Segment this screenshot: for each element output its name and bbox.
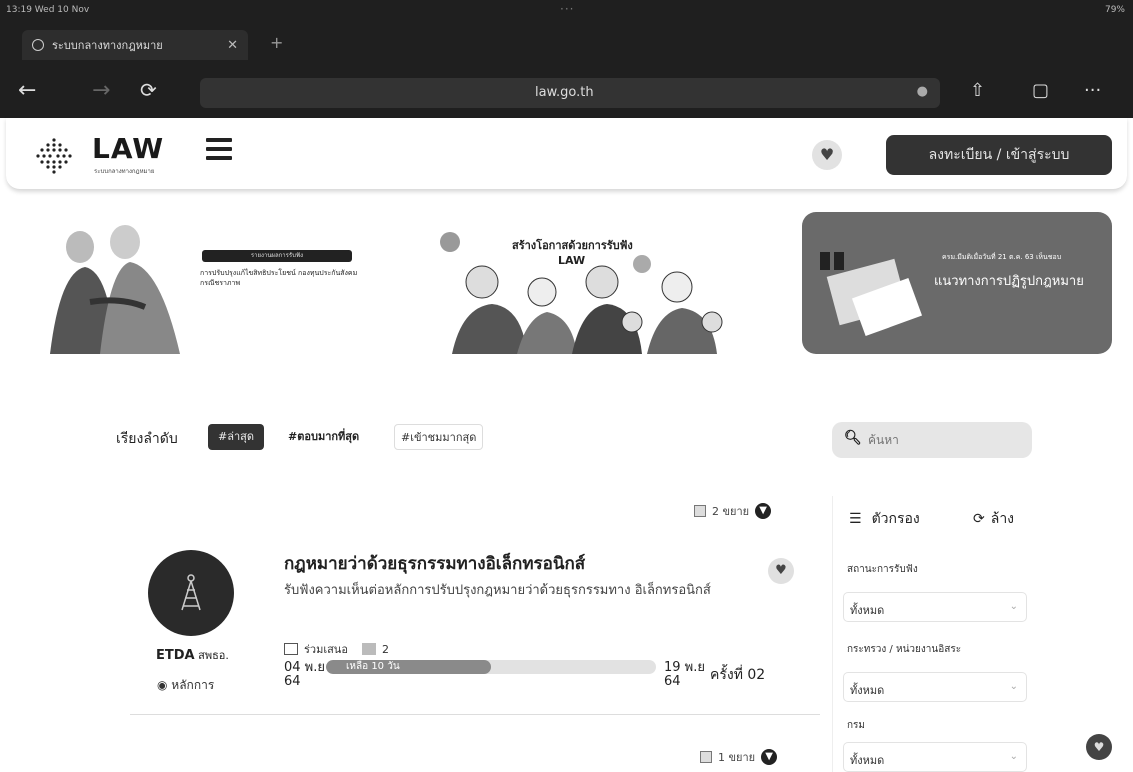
sort-most-viewed-chip[interactable]: #เข้าชมมากสุด [394, 424, 484, 450]
document-icon [694, 505, 706, 517]
filter-panel: ☰ ตัวกรอง ⟳ ล้าง สถานะการรับฟัง ทั้งหมด … [832, 496, 1046, 772]
card-title[interactable]: กฎหมายว่าด้วยธุรกรรมทางอิเล็กทรอนิกส์ [284, 550, 585, 577]
category-text: หลักการ [171, 678, 215, 692]
filter-department-label: กรม [847, 720, 866, 731]
chevron-down-icon: ⌄ [1009, 681, 1018, 692]
expand-label: 1 ขยาย [718, 751, 756, 764]
favorites-heart-icon[interactable]: ♥ [812, 140, 842, 170]
expand-label: 2 ขยาย [712, 505, 750, 518]
logo-subtitle: ระบบกลางทางกฎหมาย [94, 168, 155, 175]
chevron-down-icon: ⌄ [1009, 601, 1018, 612]
expand-toggle[interactable]: 2 ขยาย ▼ [694, 502, 772, 520]
battery-level: 79% [1104, 5, 1125, 15]
chevron-down-icon[interactable]: ▼ [755, 503, 772, 519]
people-icon [284, 643, 298, 655]
elderly-couple-illustration [50, 225, 180, 354]
sort-most-answered-chip[interactable]: #ตอบมากที่สุด [282, 424, 365, 450]
document-icon [700, 751, 712, 763]
org-logo-text: ETDA [156, 648, 195, 663]
org-short-name: สพธอ. [198, 649, 229, 662]
reset-filters-button[interactable]: ⟳ ล้าง [973, 508, 1014, 530]
eye-icon: ◉ [157, 678, 172, 692]
browser-toolbar: ← → ⟳ law.go.th ● ⇧ ▢ ··· [0, 70, 1133, 116]
antenna-icon [181, 574, 201, 611]
logo-text[interactable]: LAW [92, 132, 164, 165]
banner-pension-report[interactable]: รายงานผลการรับฟัง การปรับปรุงแก้ไขสิทธิป… [24, 212, 364, 354]
reload-icon[interactable]: ⟳ [140, 78, 157, 102]
search-input[interactable] [868, 430, 1018, 450]
sort-latest-chip[interactable]: #ล่าสุด [208, 424, 264, 450]
hamburger-menu-icon[interactable] [206, 138, 232, 162]
filter-ministry-value: ทั้งหมด [850, 684, 885, 697]
status-bar: 13:19 Wed 10 Nov ··· 79% [0, 0, 1133, 22]
search-icon: 🔍︎ [844, 430, 862, 446]
favorite-heart-icon[interactable]: ♥ [768, 558, 794, 584]
mic-icon[interactable]: ● [917, 84, 928, 99]
comment-icon [361, 643, 376, 655]
tabs-icon[interactable]: ▢ [1032, 80, 1049, 101]
banner-pill: รายงานผลการรับฟัง [202, 250, 352, 262]
reset-label: ล้าง [990, 511, 1015, 527]
filter-icon: ☰ [849, 511, 862, 527]
browser-tab[interactable]: ระบบกลางทางกฎหมาย ✕ [22, 30, 248, 60]
comment-count: 2 [381, 642, 389, 656]
browser-chrome: 13:19 Wed 10 Nov ··· 79% ระบบกลางทางกฎหม… [0, 0, 1133, 118]
start-year: 64 [284, 674, 301, 689]
crowd-illustration [440, 232, 723, 354]
end-year: 64 [664, 674, 681, 689]
filter-status-value: ทั้งหมด [850, 604, 885, 617]
filter-department-value: ทั้งหมด [850, 754, 885, 767]
new-tab-icon[interactable]: + [270, 33, 283, 52]
category-label: ◉ หลักการ [157, 676, 214, 695]
banner-text: การปรับปรุงแก้ไขสิทธิประโยชน์ กองทุนประก… [200, 269, 358, 287]
remaining-progress-bar: เหลือ 10 วัน [326, 660, 656, 674]
back-icon[interactable]: ← [18, 78, 36, 103]
filter-header[interactable]: ☰ ตัวกรอง [849, 508, 920, 530]
banner-law-reform[interactable]: ครม.มีมติเมื่อวันที่ 21 ต.ค. 63 เห็นชอบ … [802, 212, 1112, 354]
org-avatar[interactable] [148, 550, 234, 636]
expand-toggle[interactable]: 1 ขยาย ▼ [700, 748, 778, 766]
remaining-label: เหลือ 10 วัน [346, 661, 400, 672]
status-time: 13:19 Wed 10 Nov [6, 5, 90, 15]
forward-icon[interactable]: → [92, 78, 110, 103]
filter-status-label: สถานะการรับฟัง [847, 564, 918, 575]
card-description: รับฟังความเห็นต่อหลักการปรับปรุงกฎหมายว่… [284, 583, 711, 598]
floating-heart-icon[interactable]: ♥ [1086, 734, 1112, 760]
filter-status-select[interactable]: ทั้งหมด ⌄ [843, 592, 1027, 622]
filter-title: ตัวกรอง [871, 511, 920, 527]
filter-ministry-select[interactable]: ทั้งหมด ⌄ [843, 672, 1027, 702]
banner-title: แนวทางการปฏิรูปกฎหมาย [934, 274, 1084, 289]
banner-subtitle: ครม.มีมติเมื่อวันที่ 21 ต.ค. 63 เห็นชอบ [942, 253, 1062, 261]
divider [130, 714, 820, 715]
chevron-down-icon[interactable]: ▼ [761, 749, 778, 765]
globe-icon [32, 39, 44, 51]
chevron-down-icon: ⌄ [1009, 751, 1018, 762]
tab-title: ระบบกลางทางกฎหมาย [52, 39, 163, 52]
filter-ministry-label: กระทรวง / หน่วยงานอิสระ [847, 644, 962, 655]
sort-label: เรียงลำดับ [116, 431, 178, 447]
share-icon[interactable]: ⇧ [970, 80, 985, 101]
org-name: ETDA สพธอ. [156, 646, 229, 664]
close-tab-icon[interactable]: ✕ [227, 38, 238, 53]
address-bar[interactable]: law.go.th ● [200, 78, 940, 108]
documents-illustration [820, 252, 923, 337]
round-number: ครั้งที่ 02 [710, 667, 766, 683]
multitask-dots[interactable]: ··· [560, 2, 574, 16]
login-register-button[interactable]: ลงทะเบียน / เข้าสู่ระบบ [886, 135, 1112, 175]
search-box: 🔍︎ [832, 422, 1032, 458]
banner-public-hearing[interactable]: สร้างโอกาสด้วยการรับฟัง LAW [412, 212, 752, 354]
refresh-icon: ⟳ [973, 511, 985, 527]
more-icon[interactable]: ··· [1084, 80, 1101, 101]
site-header: LAW ระบบกลางทางกฎหมาย ♥ ลงทะเบียน / เข้า… [6, 118, 1127, 190]
filter-department-select[interactable]: ทั้งหมด ⌄ [843, 742, 1027, 772]
law-logo-icon[interactable] [34, 136, 74, 176]
url-text: law.go.th [535, 85, 594, 100]
